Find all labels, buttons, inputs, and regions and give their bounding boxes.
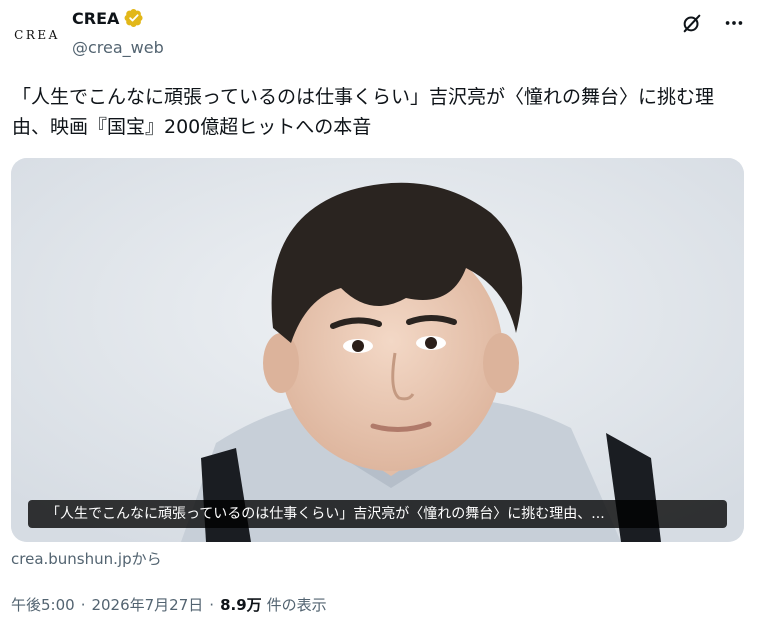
- avatar[interactable]: CREA: [12, 12, 62, 58]
- author-handle[interactable]: @crea_web: [72, 38, 164, 57]
- tweet-meta: 午後5:00 · 2026年7月27日 · 8.9万 件の表示: [11, 594, 327, 615]
- meta-separator: ·: [80, 595, 86, 614]
- views-count: 8.9万: [220, 596, 262, 614]
- meta-separator: ·: [209, 595, 215, 614]
- tweet-time[interactable]: 午後5:00: [11, 594, 75, 615]
- author-name-row: CREA: [72, 8, 144, 28]
- link-card-image[interactable]: 「人生でこんなに頑張っているのは仕事くらい」吉沢亮が〈憧れの舞台〉に挑む理由、.…: [11, 158, 744, 542]
- display-name[interactable]: CREA: [72, 9, 119, 28]
- tweet-date[interactable]: 2026年7月27日: [91, 594, 203, 615]
- more-icon[interactable]: [721, 10, 747, 36]
- avatar-logo-text: CREA: [14, 28, 60, 42]
- link-source[interactable]: crea.bunshun.jpから: [11, 548, 162, 569]
- header-actions: [679, 10, 747, 36]
- grok-icon[interactable]: [679, 10, 705, 36]
- verified-badge-icon: [124, 8, 144, 28]
- tweet-header: CREA CREA @crea_web: [0, 0, 761, 70]
- portrait-photo: [11, 158, 744, 542]
- tweet-text: 「人生でこんなに頑張っているのは仕事くらい」吉沢亮が〈憧れの舞台〉に挑む理由、映…: [12, 86, 715, 138]
- views-label: 件の表示: [266, 596, 327, 614]
- link-card-title: 「人生でこんなに頑張っているのは仕事くらい」吉沢亮が〈憧れの舞台〉に挑む理由、.…: [28, 500, 727, 528]
